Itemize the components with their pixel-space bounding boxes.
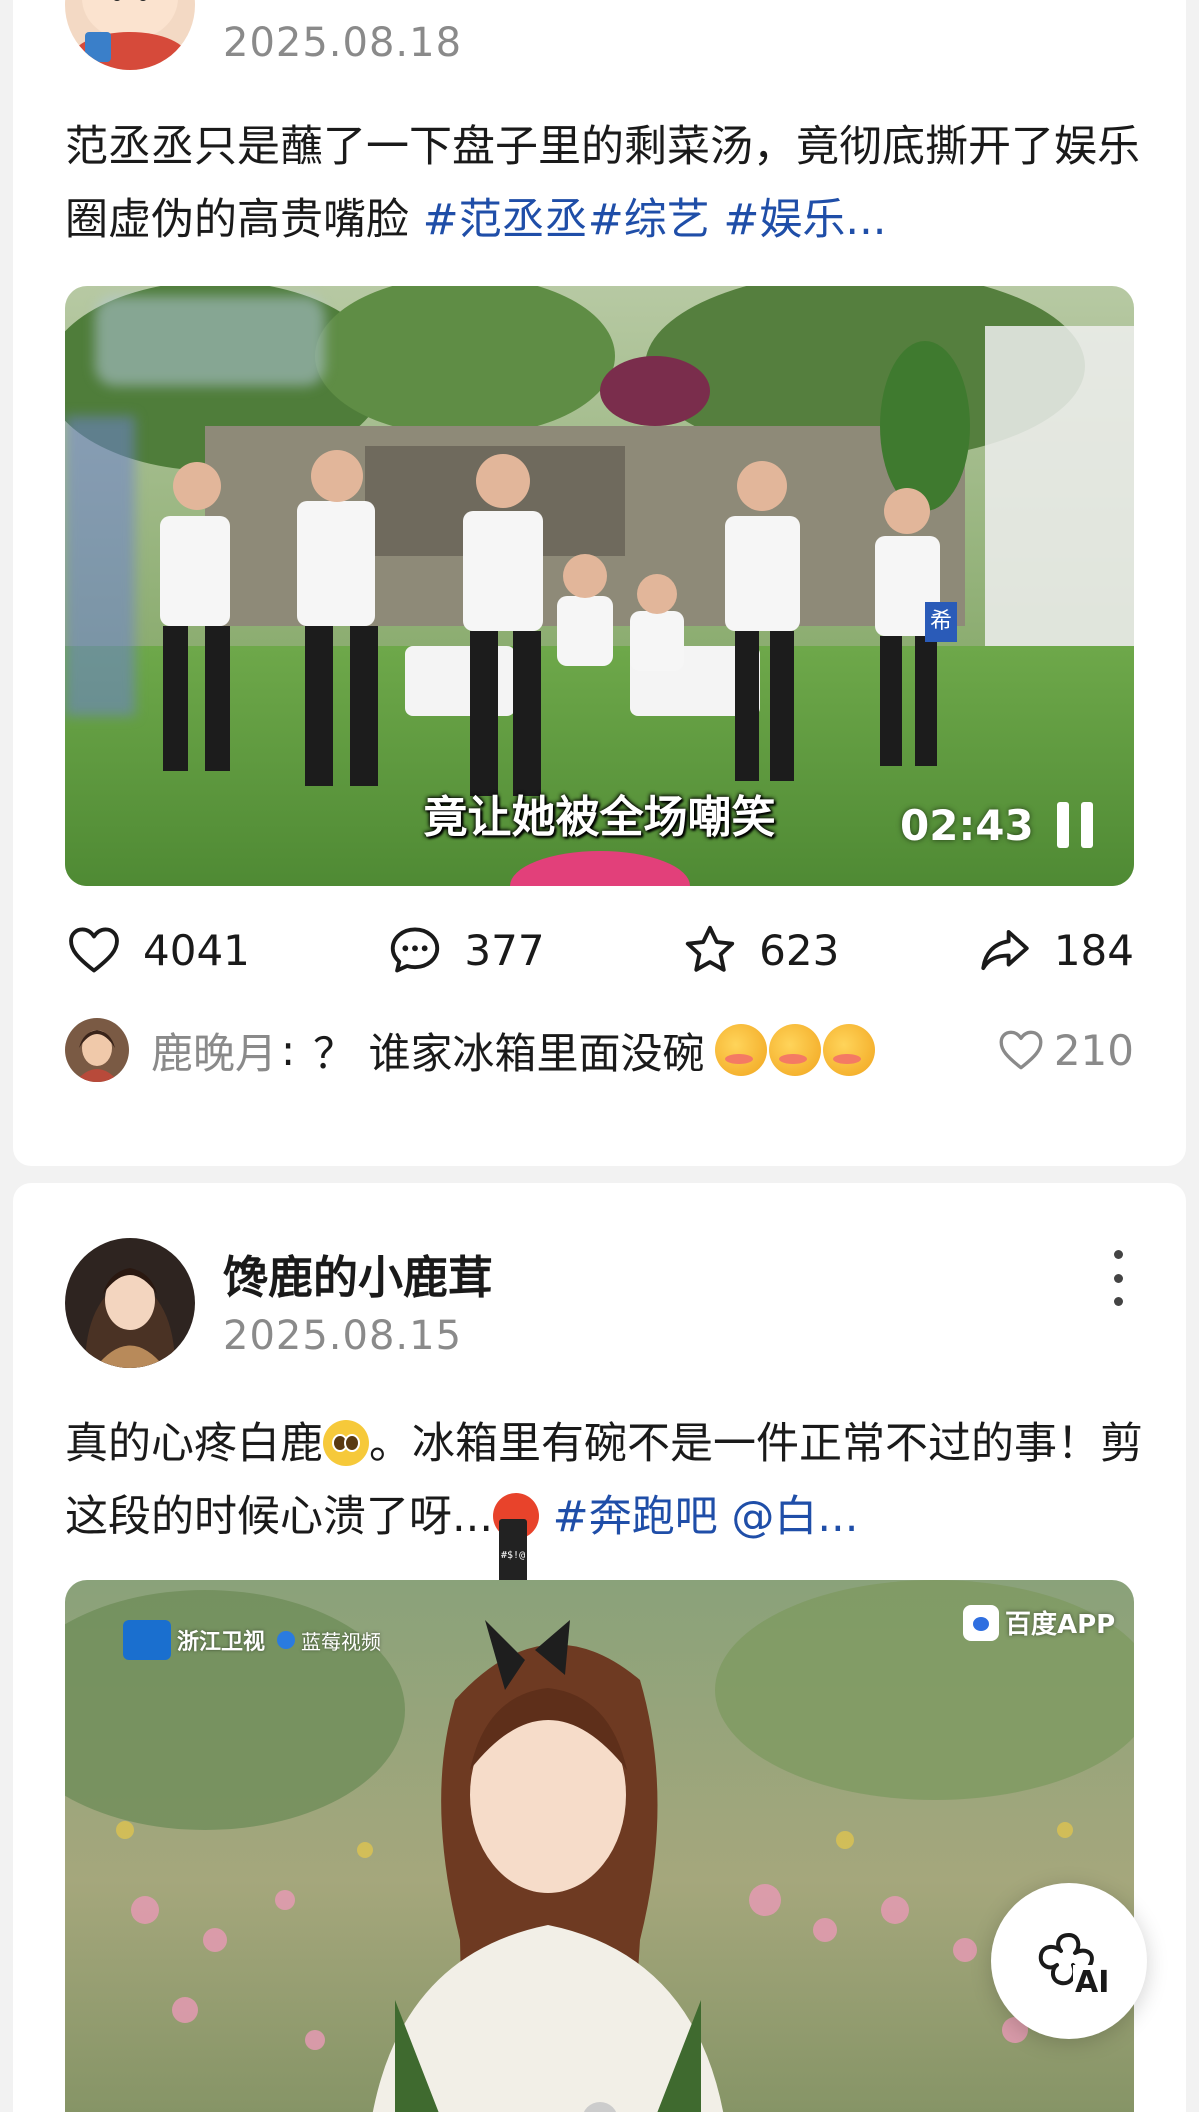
comment-like-count: 210 (1053, 1025, 1134, 1075)
share-button[interactable]: 184 (976, 921, 1134, 979)
post-text[interactable]: 范丞丞只是蘸了一下盘子里的剩菜汤，竟彻底撕开了娱乐圈虚伪的高贵嘴脸 #范丞丞#综… (65, 111, 1145, 257)
share-arrow-icon (981, 929, 1029, 971)
channel-logo: 浙江卫视 蓝莓视频 (123, 1620, 381, 1660)
post-body-a: 真的心疼白鹿 (65, 1419, 323, 1469)
blurred-overlay-side (65, 416, 135, 716)
video-player[interactable]: 浙江卫视 蓝莓视频 百度APP (65, 1580, 1134, 2112)
hashtag-link[interactable]: #奔跑吧 @白... (539, 1492, 859, 1542)
comment-author[interactable]: 鹿晚月 (151, 1020, 277, 1081)
ai-assistant-button[interactable]: AI (991, 1883, 1147, 2039)
paw-icon (963, 1604, 999, 1641)
post-card-1[interactable]: 2025.08.18 范丞丞只是蘸了一下盘子里的剩菜汤，竟彻底撕开了娱乐圈虚伪的… (13, 0, 1186, 1166)
author-avatar[interactable] (65, 0, 195, 70)
video-player[interactable]: 希 竟让她被全场嘲笑 02:43 (65, 286, 1134, 886)
like-button[interactable]: 4041 (65, 921, 250, 979)
vertical-dots-icon[interactable] (1108, 1250, 1128, 1306)
blushing-face-icon (822, 1024, 875, 1076)
blurred-overlay-left (95, 296, 325, 386)
cursing-face-icon (493, 1493, 540, 1592)
blushing-face-icon (768, 1024, 821, 1076)
like-count: 4041 (143, 925, 250, 975)
post-date: 2025.08.15 (223, 1313, 463, 1359)
favorite-button[interactable]: 623 (681, 921, 839, 979)
tv-logo-icon (123, 1620, 171, 1660)
ai-label: AI (1073, 1965, 1112, 2000)
comment-emojis (714, 1024, 875, 1076)
author-avatar[interactable] (65, 1238, 195, 1368)
author-username[interactable]: 馋鹿的小鹿茸 (223, 1241, 493, 1306)
commenter-avatar[interactable] (65, 1018, 129, 1082)
pleading-face-icon (323, 1420, 369, 1466)
favorite-count: 623 (759, 925, 840, 975)
pause-icon[interactable] (1055, 800, 1097, 850)
action-bar: 4041 377 623 184 (65, 910, 1134, 990)
hashtag-link[interactable]: #范丞丞#综艺 #娱乐... (423, 195, 887, 245)
partner-logo-icon (277, 1631, 296, 1649)
heart-icon (69, 927, 119, 973)
video-corner-sign: 希 (925, 602, 957, 642)
blushing-face-icon (714, 1024, 767, 1076)
post-date: 2025.08.18 (223, 20, 463, 66)
watermark: 百度APP (963, 1604, 1115, 1641)
comment-text: ？ 谁家冰箱里面没碗 (313, 1028, 705, 1078)
share-count: 184 (1053, 925, 1134, 975)
heart-icon (999, 1030, 1043, 1070)
comment-separator: : (281, 1025, 296, 1075)
speech-bubble-icon (391, 927, 440, 973)
comment-like-button[interactable]: 210 (996, 1025, 1134, 1075)
video-timestamp: 02:43 (900, 801, 1034, 850)
post-text[interactable]: 真的心疼白鹿。冰箱里有碗不是一件正常不过的事！剪这段的时候心溃了呀... #奔跑… (65, 1408, 1145, 1592)
star-icon (685, 925, 735, 972)
top-comment[interactable]: 鹿晚月: ？ 谁家冰箱里面没碗 210 (65, 1015, 1134, 1085)
comment-button[interactable]: 377 (386, 921, 545, 979)
comment-count: 377 (464, 925, 545, 975)
